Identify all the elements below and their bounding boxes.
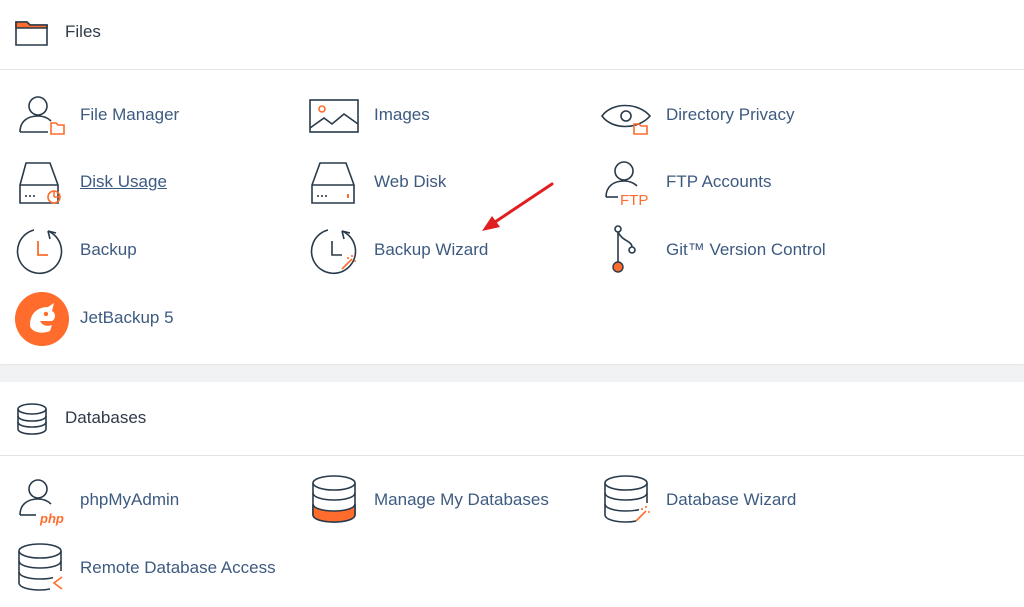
database-wizard-icon [604, 475, 650, 523]
file-manager-icon [19, 96, 65, 135]
images-label: Images [374, 105, 430, 124]
remote-database-icon [18, 543, 63, 591]
web-disk-icon [311, 162, 355, 204]
disk-usage-label: Disk Usage [80, 172, 167, 191]
remote-database-access-link[interactable]: Remote Database Access [14, 541, 294, 597]
manage-databases-link[interactable]: Manage My Databases [308, 473, 588, 529]
web-disk-link[interactable]: Web Disk [308, 155, 588, 211]
disk-usage-link[interactable]: Disk Usage [14, 155, 294, 211]
backup-icon [16, 229, 63, 275]
git-version-control-label: Git™ Version Control [666, 240, 826, 259]
phpmyadmin-label: phpMyAdmin [80, 490, 180, 509]
files-title: Files [65, 22, 101, 41]
ftp-accounts-icon: FTP [605, 161, 648, 209]
directory-privacy-icon [601, 104, 652, 135]
files-header[interactable]: Files [0, 0, 1024, 70]
file-manager-label: File Manager [80, 105, 180, 124]
file-manager-link[interactable]: File Manager [14, 88, 294, 144]
remote-database-access-label: Remote Database Access [80, 558, 276, 577]
git-version-control-link[interactable]: Git™ Version Control [600, 223, 880, 279]
ftp-accounts-label: FTP Accounts [666, 172, 772, 191]
database-icon [17, 403, 47, 435]
database-wizard-link[interactable]: Database Wizard [600, 473, 880, 529]
files-panel: Files File Manager Images Directory Priv… [0, 0, 1024, 364]
web-disk-label: Web Disk [374, 172, 447, 191]
directory-privacy-link[interactable]: Directory Privacy [600, 88, 880, 144]
manage-databases-label: Manage My Databases [374, 490, 549, 509]
database-wizard-label: Database Wizard [666, 490, 797, 509]
databases-panel: Databases php phpMyAdmin Manage My Datab… [0, 382, 1024, 607]
php-icon-text: php [39, 511, 64, 526]
manage-databases-icon [312, 475, 356, 523]
backup-label: Backup [80, 240, 137, 259]
databases-header[interactable]: Databases [0, 382, 1024, 456]
directory-privacy-label: Directory Privacy [666, 105, 795, 124]
ftp-icon-text: FTP [620, 192, 648, 209]
jetbackup-label: JetBackup 5 [80, 308, 174, 327]
folder-icon [15, 21, 48, 46]
backup-wizard-link[interactable]: Backup Wizard [308, 223, 588, 279]
disk-usage-icon [19, 162, 61, 204]
images-icon [309, 99, 359, 133]
backup-wizard-label: Backup Wizard [374, 240, 489, 259]
databases-title: Databases [65, 408, 147, 427]
jetbackup-icon [15, 292, 69, 346]
git-icon [612, 225, 636, 273]
images-link[interactable]: Images [308, 88, 588, 144]
phpmyadmin-icon: php [19, 479, 64, 526]
backup-link[interactable]: Backup [14, 223, 294, 279]
jetbackup-link[interactable]: JetBackup 5 [14, 291, 294, 347]
backup-wizard-icon [310, 229, 357, 275]
ftp-accounts-link[interactable]: FTP FTP Accounts [600, 155, 880, 211]
phpmyadmin-link[interactable]: php phpMyAdmin [14, 473, 294, 529]
